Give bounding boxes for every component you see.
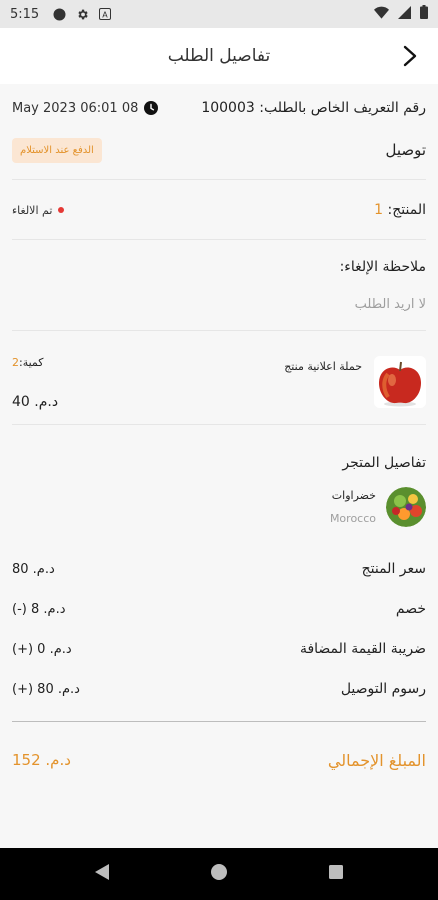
wifi-icon [374,6,389,23]
product-count: المنتج: 1 [374,202,426,218]
product-image [374,356,426,408]
store-row[interactable]: خضراوات Morocco [12,486,426,528]
status-dot-icon [58,207,65,213]
status-bar: 5:15 A [0,0,438,28]
summary-row-total: المبلغ الإجمالي د.م. 152 [12,746,426,774]
order-datetime: May 2023 06:01 08 [12,100,159,116]
store-info: خضراوات Morocco [330,487,426,527]
gear-icon [76,8,89,21]
status-text: تم الالغاء [12,203,53,217]
back-button[interactable] [396,42,424,70]
store-logo [386,487,426,527]
status-time: 5:15 [10,6,40,22]
home-circle-icon[interactable] [210,863,228,885]
cancel-note-title: ملاحظة الإلغاء: [339,259,426,275]
divider [12,721,426,722]
vat-value: د.م. 0 (+) [12,641,72,657]
page-title: تفاصيل الطلب [167,46,271,66]
delivery-fee-value: د.م. 80 (+) [12,681,80,697]
store-country: Morocco [329,512,376,525]
divider [12,424,426,425]
order-item[interactable]: حملة اعلانية منتج كمية:2 د.م. 40 [12,356,426,410]
item-qty-price: كمية:2 د.م. 40 [12,356,58,410]
summary-row-discount: خصم د.م. 8 (-) [12,598,426,620]
product-count-value: 1 [374,202,384,218]
app-bar: تفاصيل الطلب [0,28,438,84]
delivery-row: توصيل الدفع عند الاستلام [12,134,426,166]
order-id-row: رقم التعريف الخاص بالطلب: 100003 May 202… [12,98,426,118]
item-qty: كمية:2 [12,356,44,369]
summary-row-delivery-fee: رسوم التوصيل د.م. 80 (+) [12,678,426,700]
order-id-value: 100003 [201,100,255,116]
summary-row-product-price: سعر المنتج د.م. 80 [12,558,426,580]
item-qty-label: كمية: [19,356,44,369]
status-badge: تم الالغاء [12,203,65,217]
recents-square-icon[interactable] [328,864,344,884]
item-qty-value: 2 [12,356,19,369]
cancel-note-title-row: ملاحظة الإلغاء: [12,256,426,278]
item-name: حملة اعلانية منتج [284,360,362,373]
store-title-row: تفاصيل المتجر [12,452,426,474]
discount-value: د.م. 8 (-) [12,601,66,617]
product-price-label: سعر المنتج [361,561,426,577]
divider [12,239,426,240]
summary-row-vat: ضريبة القيمة المضافة د.م. 0 (+) [12,638,426,660]
a-icon: A [99,8,112,20]
chevron-right-icon [403,45,417,67]
product-status-row: المنتج: 1 تم الالغاء [12,200,426,220]
product-label: المنتج: [387,202,426,218]
vat-label: ضريبة القيمة المضافة [299,641,426,657]
store-text: خضراوات Morocco [330,489,376,525]
order-id-label: رقم التعريف الخاص بالطلب: [259,100,426,116]
svg-text:A: A [102,10,108,19]
circle-icon [53,8,66,21]
total-label: المبلغ الإجمالي [327,750,426,770]
discount-label: خصم [395,601,426,617]
item-price: د.م. 40 [12,394,59,410]
cancel-note-text-row: لا اريد الطلب [12,294,426,314]
delivery-fee-label: رسوم التوصيل [340,681,426,697]
back-triangle-icon[interactable] [94,863,110,885]
payment-badge: الدفع عند الاستلام [12,137,102,163]
store-section-title: تفاصيل المتجر [342,455,426,471]
delivery-label: توصيل [385,141,426,159]
system-nav-bar [0,848,438,900]
order-id: رقم التعريف الخاص بالطلب: 100003 [201,100,426,116]
signal-icon [398,5,411,23]
store-name: خضراوات [331,489,376,502]
item-info: حملة اعلانية منتج [284,356,426,408]
total-value: د.م. 152 [12,751,71,769]
clock-icon [144,101,159,115]
divider [12,330,426,331]
product-price-value: د.م. 80 [12,561,55,577]
cancel-note-text: لا اريد الطلب [354,296,426,312]
order-datetime-text: May 2023 06:01 08 [12,100,139,116]
battery-icon [420,5,428,23]
divider [12,179,426,180]
